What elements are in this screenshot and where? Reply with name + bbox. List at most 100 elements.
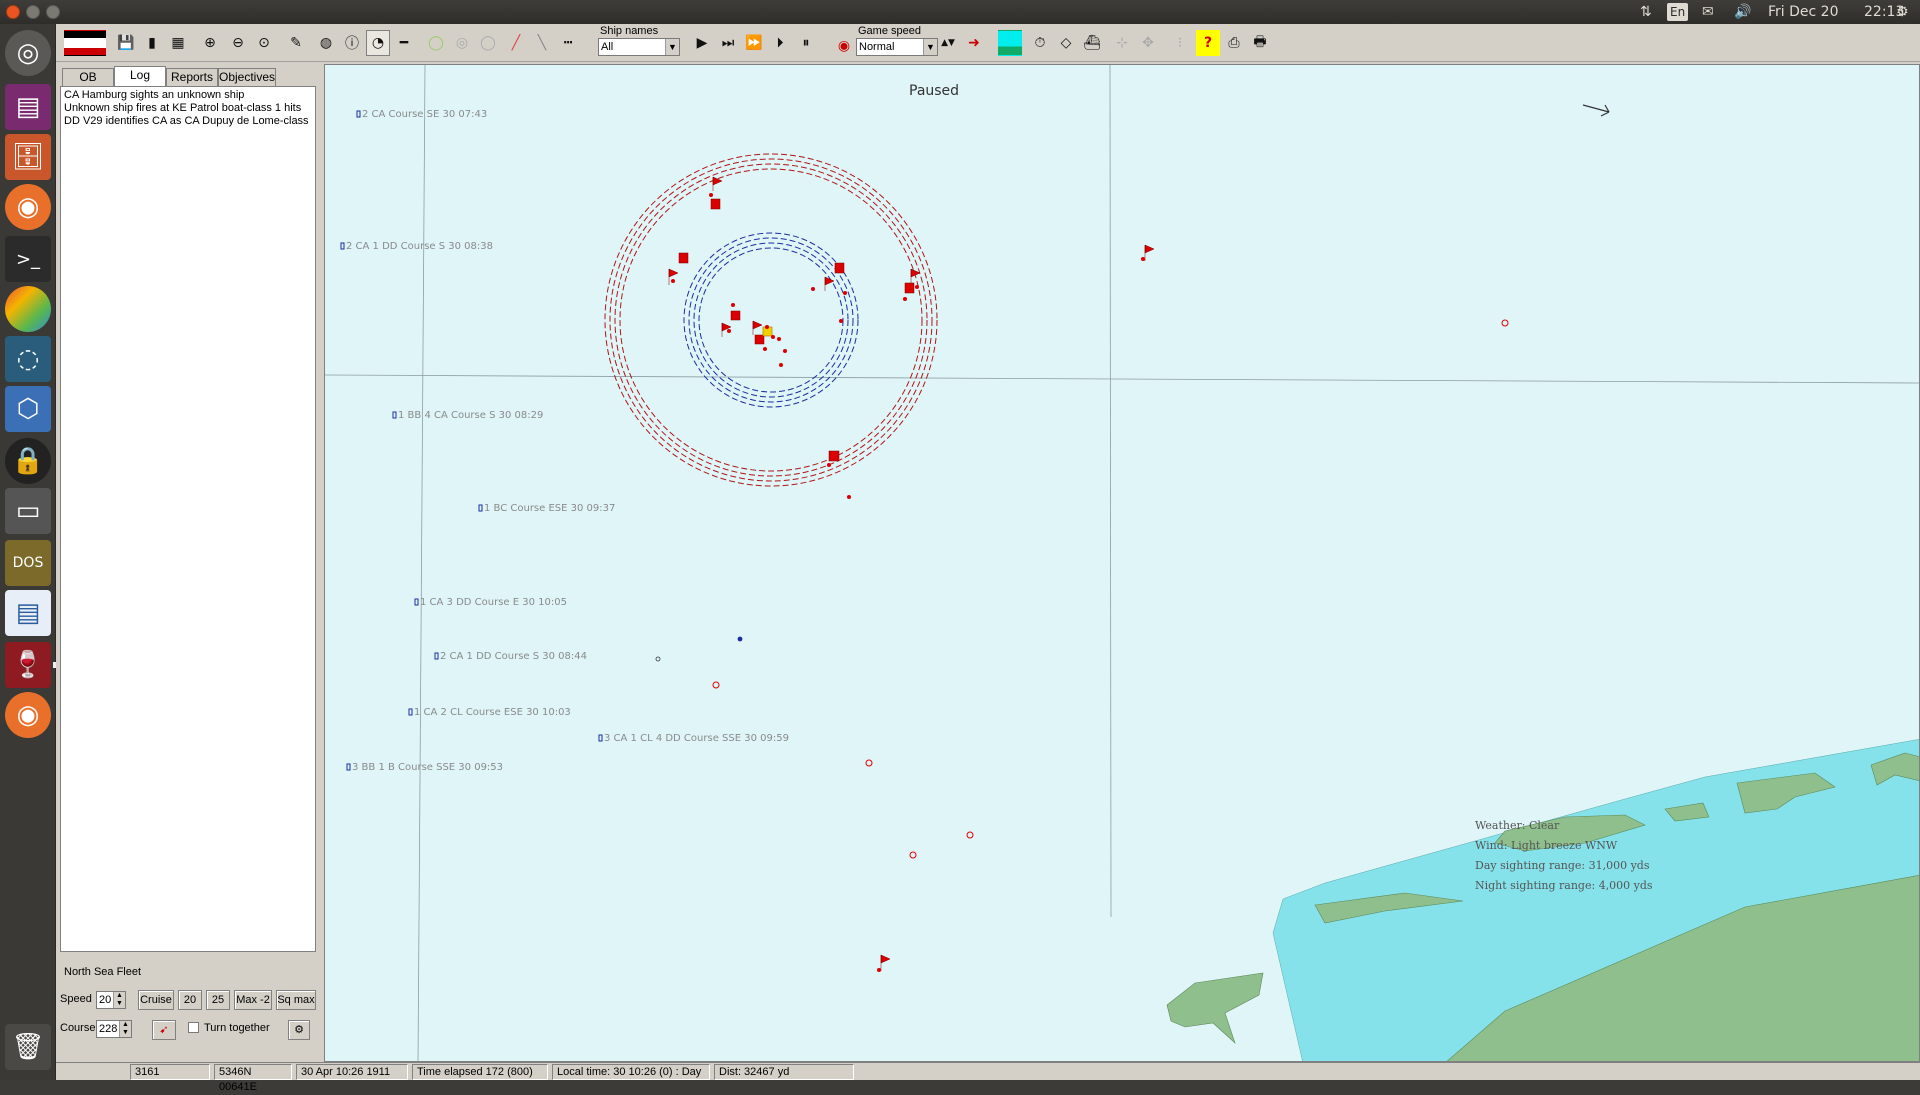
fleet-group-labels[interactable]: 2 CA Course SE 30 07:43 2 CA 1 DD Course… — [340, 109, 789, 773]
spinner-arrows-icon[interactable]: ▲ ▼ — [113, 992, 125, 1008]
red-line-icon[interactable]: ╱ — [504, 30, 528, 56]
help-icon[interactable]: ? — [1196, 30, 1220, 56]
save-icon[interactable]: 💾 — [114, 30, 138, 56]
group-label[interactable]: 1 BB 4 CA Course S 30 08:29 — [398, 410, 543, 421]
virtualbox-icon[interactable]: ⬡ — [5, 386, 51, 432]
keyboard-language-indicator[interactable]: En — [1667, 3, 1689, 21]
firefox-2-icon[interactable]: ◉ — [5, 692, 51, 738]
group-marker-icon[interactable] — [346, 763, 351, 771]
game-speed-select[interactable]: Normal ▼ — [856, 38, 938, 56]
add-waypoint-icon[interactable]: ⊹ — [1110, 30, 1134, 56]
dotted-line-icon[interactable]: ┅ — [556, 30, 580, 56]
group-label[interactable]: 2 CA 1 DD Course S 30 08:44 — [440, 651, 587, 662]
window-maximize-button[interactable] — [46, 5, 60, 19]
speed-20-button[interactable]: 20 — [178, 990, 202, 1010]
max-minus-2-button[interactable]: Max -2 — [234, 990, 272, 1010]
window-minimize-button[interactable] — [26, 5, 40, 19]
enemy-flag-icon[interactable] — [712, 176, 723, 191]
enemy-ship-icon[interactable] — [678, 252, 689, 264]
contact-icon[interactable] — [1501, 319, 1509, 327]
enemy-ship-icon[interactable] — [834, 262, 845, 274]
workspaces-icon[interactable]: ▤ — [5, 84, 51, 130]
group-marker-icon[interactable] — [434, 652, 439, 660]
window-close-button[interactable] — [6, 5, 20, 19]
group-marker-icon[interactable] — [408, 708, 413, 716]
fast-icon[interactable]: ⏩ — [742, 30, 766, 56]
wine-icon[interactable]: 🍷 — [5, 642, 51, 688]
firefox-icon[interactable]: ◉ — [5, 184, 51, 230]
faster-icon[interactable]: ⏵ — [768, 30, 792, 56]
enemy-flag-icon[interactable] — [880, 954, 891, 971]
dosbox-icon[interactable]: DOS — [5, 540, 51, 586]
pencil-icon[interactable]: ✎ — [284, 30, 308, 56]
enemy-flag-icon[interactable] — [752, 320, 763, 335]
tab-log[interactable]: Log — [114, 66, 166, 86]
cruise-button[interactable]: Cruise — [138, 990, 174, 1010]
eraser-icon[interactable]: ◇ — [1054, 30, 1078, 56]
target-icon[interactable]: ◍ — [314, 30, 338, 56]
settings-grid-icon[interactable]: ▦ — [166, 30, 190, 56]
notes-icon[interactable]: ▮ — [140, 30, 164, 56]
files-icon[interactable]: 🗄 — [5, 134, 51, 180]
group-marker-icon[interactable] — [414, 598, 419, 606]
move-waypoint-icon[interactable]: ✥ — [1136, 30, 1160, 56]
contact-icon[interactable] — [966, 831, 974, 839]
friendly-contact-icon[interactable] — [737, 636, 743, 642]
group-marker-icon[interactable] — [392, 411, 397, 419]
neutral-contact-icon[interactable] — [655, 656, 661, 662]
disabled-icon[interactable]: ⁝ — [1168, 30, 1192, 56]
record-icon[interactable]: ◉ — [832, 36, 856, 56]
group-label[interactable]: 1 CA 3 DD Course E 30 10:05 — [420, 597, 567, 608]
window-app-icon[interactable]: ▭ — [5, 488, 51, 534]
group-label[interactable]: 1 CA 2 CL Course ESE 30 10:03 — [414, 707, 571, 718]
contact-icon[interactable] — [865, 759, 873, 767]
camera-icon[interactable]: ⎙ — [1222, 30, 1246, 56]
enemy-ship-icon[interactable] — [710, 198, 721, 210]
group-label[interactable]: 2 CA 1 DD Course S 30 08:38 — [346, 241, 493, 252]
pause-icon[interactable]: ⏸ — [794, 30, 818, 56]
enemy-ship-icon[interactable] — [754, 334, 765, 345]
tab-ob[interactable]: OB — [62, 68, 114, 86]
steam-icon[interactable]: ◌ — [5, 336, 51, 382]
map-canvas[interactable]: 2 CA Course SE 30 07:43 2 CA 1 DD Course… — [325, 65, 1920, 1062]
log-list[interactable]: CA Hamburg sights an unknown ship Unknow… — [60, 86, 316, 952]
clock-icon[interactable]: ◔ — [366, 30, 390, 56]
contact-icon[interactable] — [909, 851, 917, 859]
volume-icon[interactable]: 🔊 — [1734, 3, 1751, 21]
group-marker-icon[interactable] — [356, 110, 361, 118]
info-icon[interactable]: ⓘ — [340, 30, 364, 56]
contact-icon[interactable] — [712, 681, 720, 689]
group-label[interactable]: 2 CA Course SE 30 07:43 — [362, 109, 487, 120]
terminal-icon[interactable]: >_ — [5, 236, 51, 282]
zoom-out-icon[interactable]: ⊖ — [226, 30, 250, 56]
print-icon[interactable]: 🖶 — [1248, 30, 1272, 56]
lock-icon[interactable]: 🔒 — [5, 438, 51, 484]
enemy-ship-icon[interactable] — [730, 310, 741, 321]
enemy-ship-icon[interactable] — [828, 450, 840, 462]
play-icon[interactable]: ▶ — [690, 30, 714, 56]
group-marker-icon[interactable] — [340, 242, 345, 250]
dash-icon[interactable]: ◎ — [5, 30, 51, 76]
squadron-max-button[interactable]: Sq max — [276, 990, 316, 1010]
tab-reports[interactable]: Reports — [166, 68, 218, 86]
range-circle-icon[interactable]: ◎ — [450, 30, 474, 56]
group-marker-icon[interactable] — [478, 504, 483, 512]
spinner-arrows-icon[interactable]: ▲ ▼ — [119, 1021, 131, 1037]
enemy-flag-icon[interactable] — [1144, 244, 1155, 261]
gray-line-icon[interactable]: ╲ — [530, 30, 554, 56]
stopwatch-icon[interactable]: ⏱ — [1028, 30, 1052, 56]
mail-icon[interactable]: ✉ — [1702, 3, 1714, 21]
formation-settings-button[interactable]: ⚙ — [288, 1020, 310, 1040]
set-course-pointer-button[interactable]: ➹ — [152, 1020, 176, 1040]
speed-spinner[interactable]: 20 ▲ ▼ — [96, 991, 126, 1009]
group-label[interactable]: 3 CA 1 CL 4 DD Course SSE 30 09:59 — [604, 733, 789, 744]
group-label[interactable]: 1 BC Course ESE 30 09:37 — [484, 503, 615, 514]
speed-spinner-icon[interactable]: ▲▼ — [940, 30, 956, 56]
red-arrow-icon[interactable]: ➜ — [962, 30, 986, 56]
turn-together-checkbox[interactable] — [188, 1022, 199, 1033]
range-circle-2-icon[interactable]: ◯ — [476, 30, 500, 56]
terrain-icon[interactable] — [998, 30, 1022, 56]
writer-icon[interactable]: ▤ — [5, 590, 51, 636]
network-icon[interactable]: ⇅ — [1640, 3, 1652, 21]
zoom-in-icon[interactable]: ⊕ — [198, 30, 222, 56]
